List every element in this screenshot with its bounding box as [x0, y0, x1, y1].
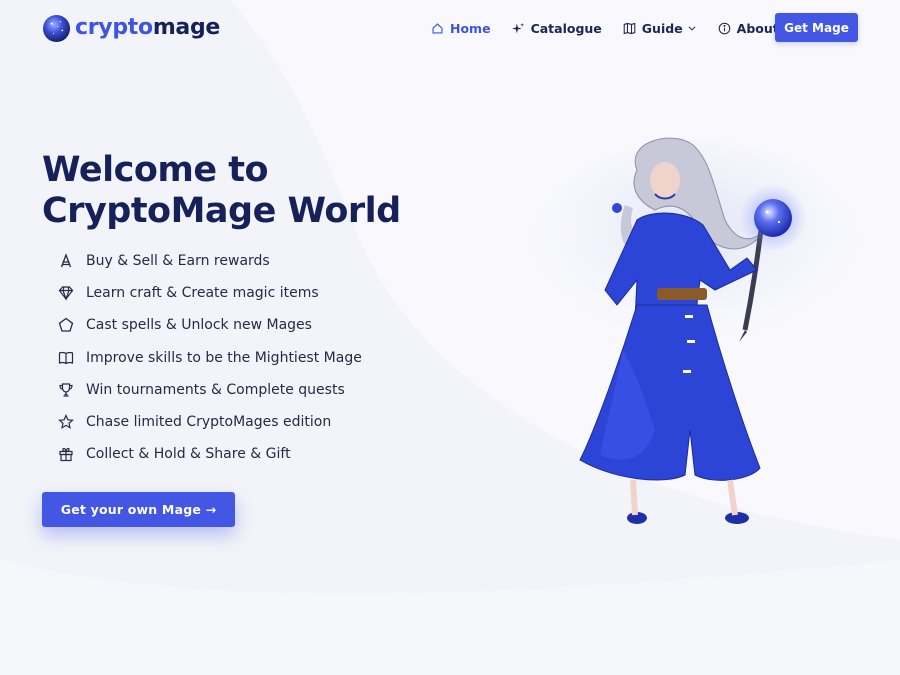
feature-text: Chase limited CryptoMages edition	[86, 414, 332, 431]
brand-name-part2: mage	[152, 15, 221, 40]
site-header: cryptomage Home Catalogue Guide About Us…	[0, 0, 900, 56]
feature-text: Improve skills to be the Mightiest Mage	[86, 349, 362, 366]
nav-label-catalogue: Catalogue	[530, 20, 602, 36]
nav-item-guide[interactable]: Guide	[623, 21, 697, 36]
home-icon	[432, 22, 443, 34]
nav-item-home[interactable]: Home	[431, 21, 491, 36]
feature-text: Win tournaments & Complete quests	[86, 381, 345, 398]
get-own-mage-button[interactable]: Get your own Mage →	[42, 492, 235, 527]
feature-text: Buy & Sell & Earn rewards	[86, 253, 270, 270]
feature-item: Improve skills to be the Mightiest Mage	[58, 342, 362, 374]
feature-list: Buy & Sell & Earn rewards Learn craft & …	[58, 245, 362, 470]
cardano-icon	[60, 253, 72, 268]
feature-item: Learn craft & Create magic items	[58, 277, 362, 309]
nav-label-guide: Guide	[641, 20, 683, 36]
star-icon	[58, 414, 74, 430]
brand-logo[interactable]: cryptomage	[42, 13, 220, 43]
feature-item: Buy & Sell & Earn rewards	[58, 245, 362, 277]
main-nav: Home Catalogue Guide About Us	[431, 13, 822, 43]
brand-name: cryptomage	[75, 13, 220, 43]
feature-text: Cast spells & Unlock new Mages	[86, 317, 312, 334]
pentagon-icon	[58, 318, 74, 333]
feature-item: Win tournaments & Complete quests	[58, 374, 362, 406]
feature-text: Learn craft & Create magic items	[86, 285, 319, 302]
feature-text: Collect & Hold & Share & Gift	[86, 446, 291, 463]
chevron-down-icon	[688, 26, 696, 31]
gift-icon	[59, 448, 73, 462]
feature-item: Cast spells & Unlock new Mages	[58, 309, 362, 341]
brand-name-part1: crypto	[75, 15, 153, 40]
nav-label-home: Home	[450, 20, 491, 36]
diamond-icon	[58, 286, 74, 302]
map-icon	[623, 22, 636, 34]
hero-title: Welcome to CryptoMage World	[42, 150, 401, 231]
get-mage-button[interactable]: Get Mage	[775, 13, 858, 42]
trophy-icon	[59, 383, 73, 397]
feature-item: Chase limited CryptoMages edition	[58, 406, 362, 438]
sparkle-icon	[511, 22, 524, 33]
book-icon	[58, 351, 74, 364]
nav-item-catalogue[interactable]: Catalogue	[511, 20, 602, 36]
mage-illustration	[530, 137, 860, 524]
crystal-orb-icon	[42, 14, 71, 42]
feature-item: Collect & Hold & Share & Gift	[58, 438, 362, 470]
info-icon	[718, 22, 730, 34]
